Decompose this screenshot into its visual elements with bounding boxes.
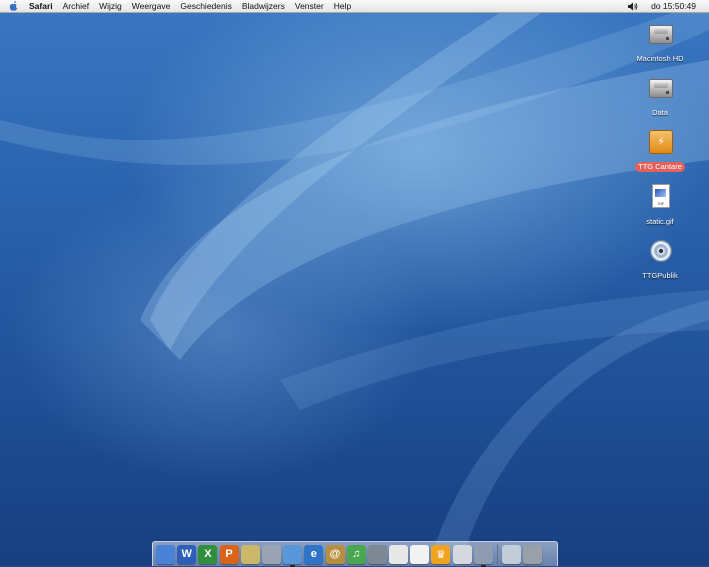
- ttg-app-icon[interactable]: ♛: [431, 544, 451, 564]
- apple-icon[interactable]: [9, 1, 19, 11]
- textedit-icon[interactable]: [389, 544, 409, 564]
- menu-wijzig[interactable]: Wijzig: [94, 0, 127, 12]
- menu-archief[interactable]: Archief: [58, 0, 94, 12]
- menu-venster[interactable]: Venster: [290, 0, 329, 12]
- menu-extras: do 15:50:49: [628, 0, 709, 12]
- desktop: [0, 0, 709, 566]
- wallpaper-swooshes: [0, 0, 709, 566]
- gif-file-icon: GIF: [647, 183, 673, 209]
- dock-item-glyph: W: [181, 548, 192, 560]
- desktop-icon-label: static.gif: [646, 217, 674, 226]
- dock-separator: [497, 543, 498, 565]
- desktop-icon-macintosh-hd[interactable]: Macintosh HD: [625, 20, 695, 66]
- desktop-icon-label: TTGPublik: [642, 271, 678, 280]
- iphoto-icon[interactable]: [367, 544, 387, 564]
- dock-item-glyph: ♫: [352, 548, 361, 560]
- itunes-icon[interactable]: ♫: [346, 544, 366, 564]
- firewire-drive-icon: ⚡: [647, 128, 673, 154]
- safari-icon[interactable]: [283, 544, 303, 567]
- menu-bladwijzers[interactable]: Bladwijzers: [237, 0, 290, 12]
- dock-item-glyph: X: [204, 548, 212, 560]
- desktop-icon-label: Macintosh HD: [636, 54, 684, 63]
- dock-item-glyph: e: [310, 548, 317, 560]
- preview-icon[interactable]: [261, 544, 281, 564]
- minimized-window-icon[interactable]: [502, 544, 521, 564]
- dock: W X Pe @ ♫ ♛: [152, 541, 558, 567]
- address-book-icon[interactable]: @: [325, 544, 345, 564]
- ical-icon[interactable]: [410, 544, 430, 564]
- menu-weergave[interactable]: Weergave: [127, 0, 176, 12]
- excel-icon[interactable]: X: [198, 544, 218, 564]
- powerpoint-icon[interactable]: P: [219, 544, 239, 564]
- internet-explorer-icon[interactable]: e: [304, 544, 324, 564]
- menu-app-safari[interactable]: Safari: [29, 0, 58, 12]
- desktop-icon-label: Data: [652, 108, 668, 117]
- hard-drive-icon: [647, 20, 673, 46]
- desktop-icon-ttg-cantare[interactable]: ⚡ TTG Cantare: [625, 128, 695, 174]
- network-volume-icon: [647, 237, 673, 263]
- menu-geschiedenis[interactable]: Geschiedenis: [175, 0, 237, 12]
- desktop-icon-ttgpublik[interactable]: TTGPublik: [625, 237, 695, 283]
- dock-item-glyph: ♛: [436, 548, 446, 561]
- desktop-icon-static-gif[interactable]: GIF static.gif: [625, 183, 695, 229]
- menu-clock[interactable]: do 15:50:49: [646, 0, 701, 12]
- pencil-app-icon[interactable]: [240, 544, 260, 564]
- printer-icon[interactable]: [452, 544, 472, 564]
- speaker-icon[interactable]: [628, 2, 638, 11]
- trash-icon[interactable]: [523, 544, 543, 564]
- hard-drive-icon: [647, 74, 673, 100]
- system-preferences-icon[interactable]: [473, 544, 493, 567]
- menu-help[interactable]: Help: [329, 0, 356, 12]
- desktop-icon-data[interactable]: Data: [625, 74, 695, 120]
- finder-icon[interactable]: [156, 544, 175, 564]
- dock-item-glyph: P: [225, 548, 233, 560]
- word-icon[interactable]: W: [177, 544, 197, 564]
- menu-bar: Safari Archief Wijzig Weergave Geschiede…: [0, 0, 709, 13]
- dock-item-glyph: @: [329, 548, 341, 560]
- desktop-icon-label: TTG Cantare: [635, 162, 685, 172]
